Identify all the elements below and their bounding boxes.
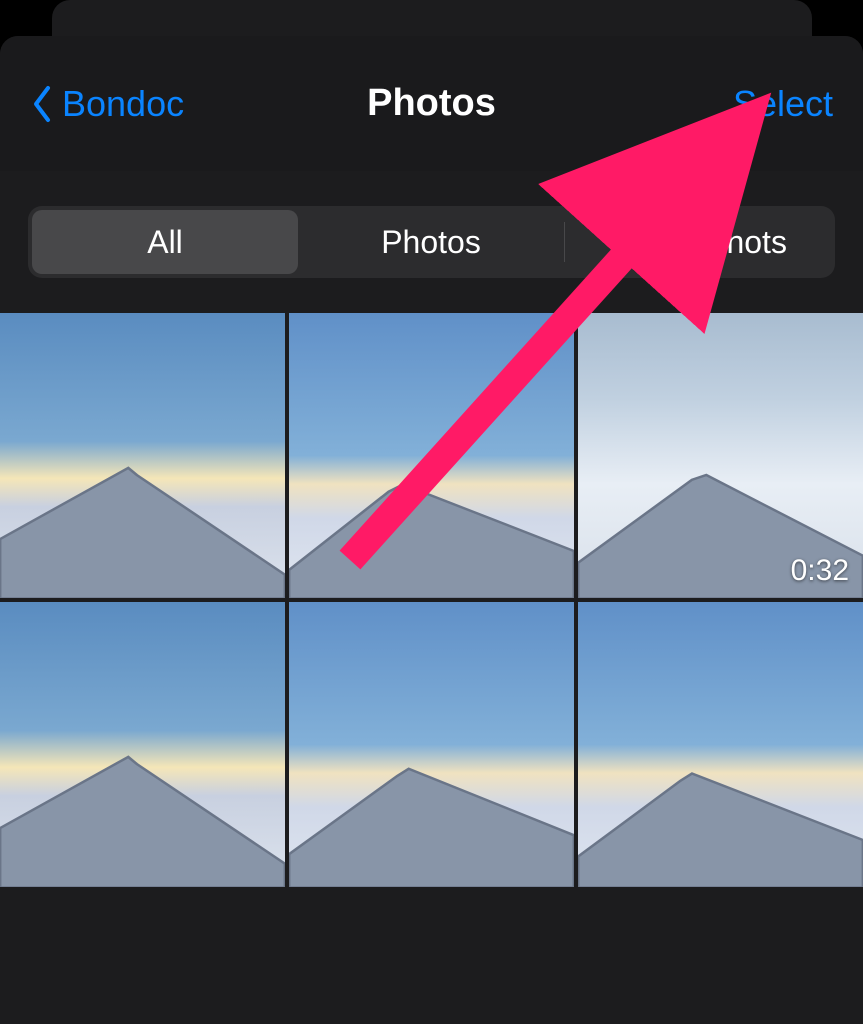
back-button[interactable]: Bondoc (30, 83, 184, 125)
segment-screenshots[interactable]: Screenshots (565, 210, 831, 274)
filter-segmented-control: All Photos Screenshots (28, 206, 835, 278)
airplane-wing-icon (0, 456, 285, 599)
page-title: Photos (367, 82, 496, 125)
airplane-wing-icon (289, 456, 574, 599)
video-thumbnail[interactable]: 0:32 (578, 313, 863, 598)
select-button[interactable]: Select (733, 83, 833, 125)
sheet-notch (52, 0, 812, 36)
photos-sheet: Bondoc Photos Select All Photos Screensh… (0, 36, 863, 1024)
photo-thumbnail[interactable] (578, 602, 863, 887)
photo-thumbnail[interactable] (0, 602, 285, 887)
segment-photos[interactable]: Photos (298, 210, 564, 274)
segment-all[interactable]: All (32, 210, 298, 274)
photo-thumbnail[interactable] (289, 602, 574, 887)
chevron-left-icon (30, 84, 54, 124)
airplane-wing-icon (578, 745, 863, 888)
video-duration-badge: 0:32 (791, 554, 849, 588)
photo-thumbnail[interactable] (289, 313, 574, 598)
airplane-wing-icon (289, 745, 574, 888)
back-label: Bondoc (62, 83, 184, 125)
photo-grid: 0:32 (0, 313, 863, 887)
navigation-bar: Bondoc Photos Select (0, 36, 863, 171)
airplane-wing-icon (0, 745, 285, 888)
photo-thumbnail[interactable] (0, 313, 285, 598)
